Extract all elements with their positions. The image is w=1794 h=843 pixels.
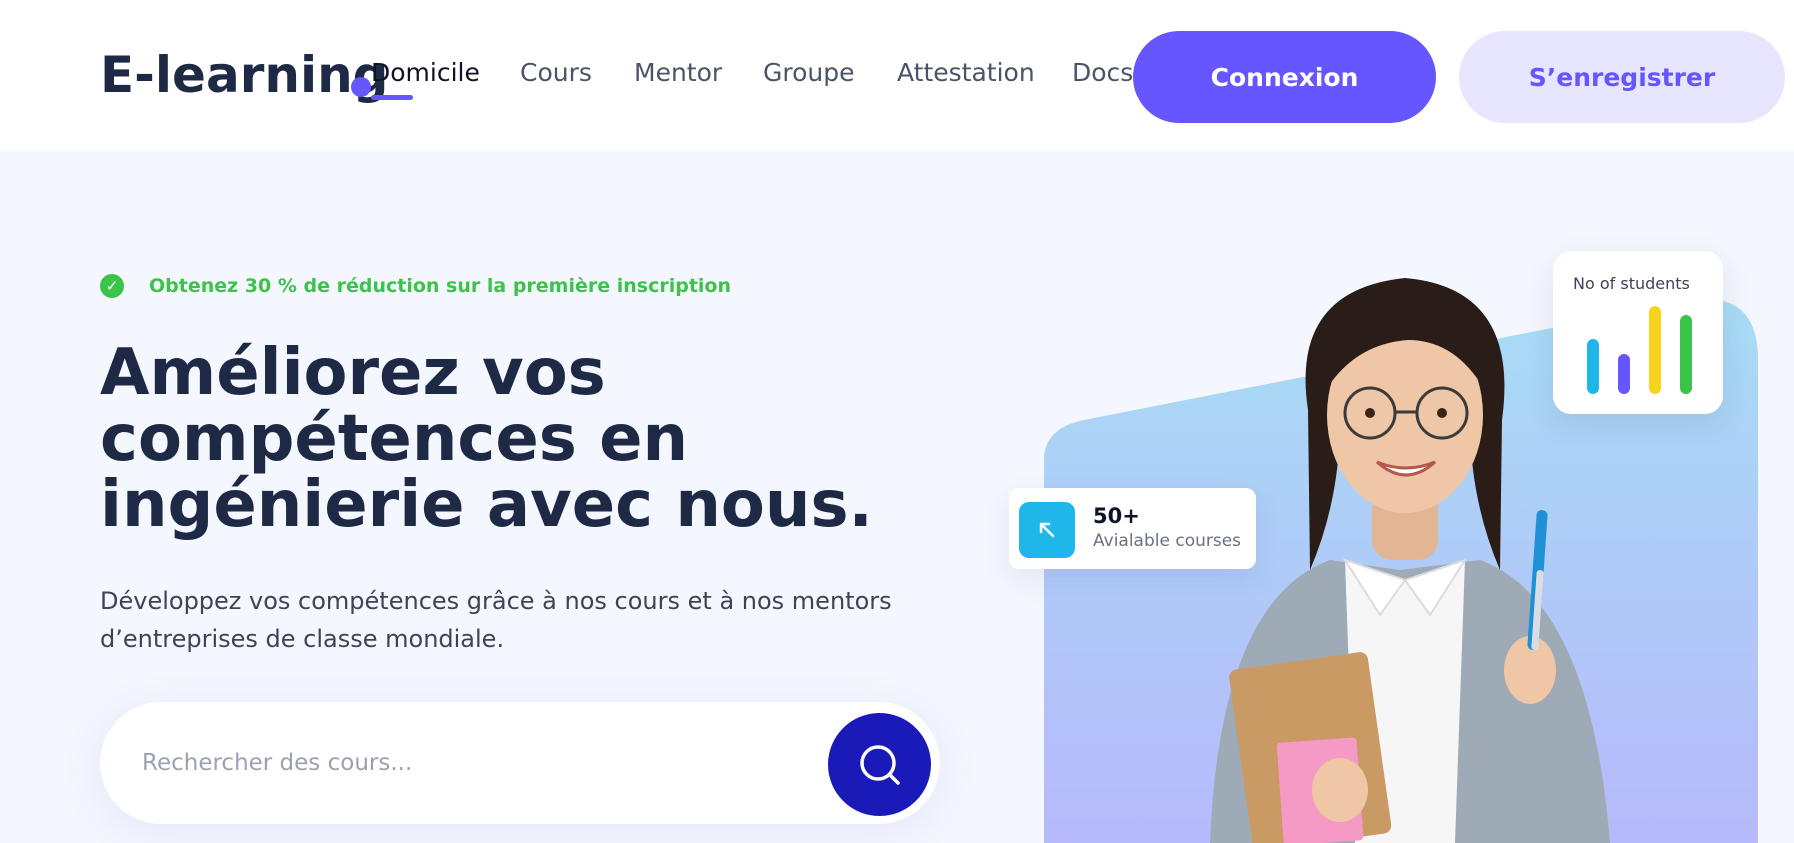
courses-count: 50+ [1093,504,1140,528]
nav-item-docs[interactable]: Docs [1072,58,1133,87]
students-bar [1587,339,1599,394]
hero-title-line: compétences en [100,402,689,476]
site-logo[interactable]: E-learning [100,46,388,104]
nav-item-cours[interactable]: Cours [520,58,592,87]
students-bar-chart [1587,306,1692,394]
students-stats-card: No of students [1553,251,1723,414]
nav-item-attestation[interactable]: Attestation [897,58,1035,87]
nav-item-mentor[interactable]: Mentor [634,58,722,87]
register-button[interactable]: S’enregistrer [1459,31,1785,123]
students-bar [1680,315,1692,394]
check-badge-icon: ✓ [100,274,124,298]
hero-description-line: d’entreprises de classe mondiale. [100,625,505,653]
promo-text: Obtenez 30 % de réduction sur la premièr… [149,275,732,297]
hero-title-line: ingénierie avec nous. [100,468,873,542]
students-bar [1649,306,1661,394]
login-button[interactable]: Connexion [1133,31,1436,123]
logo-dot-icon [351,77,371,97]
promo-banner: ✓ Obtenez 30 % de réduction sur la premi… [100,274,731,298]
nav-item-domicile[interactable]: Domicile [371,58,480,87]
search-input[interactable] [142,733,782,793]
hero-title-line: Améliorez vos [100,336,606,410]
courses-label: Avialable courses [1093,531,1242,551]
hero-description: Développez vos compétences grâce à nos c… [100,582,960,658]
course-search-box [100,702,940,824]
hero-title: Améliorez vos compétences en ingénierie … [100,340,1000,538]
search-icon [859,744,900,785]
available-courses-card: 50+ Avialable courses [1009,488,1256,569]
nav-active-indicator [371,95,413,100]
site-header: E-learning Domicile Cours Mentor Groupe … [0,0,1794,150]
hero-description-line: Développez vos compétences grâce à nos c… [100,587,892,615]
search-button[interactable] [828,713,931,816]
students-bar [1618,354,1630,394]
nav-item-groupe[interactable]: Groupe [763,58,855,87]
arrow-up-left-icon [1019,502,1075,558]
